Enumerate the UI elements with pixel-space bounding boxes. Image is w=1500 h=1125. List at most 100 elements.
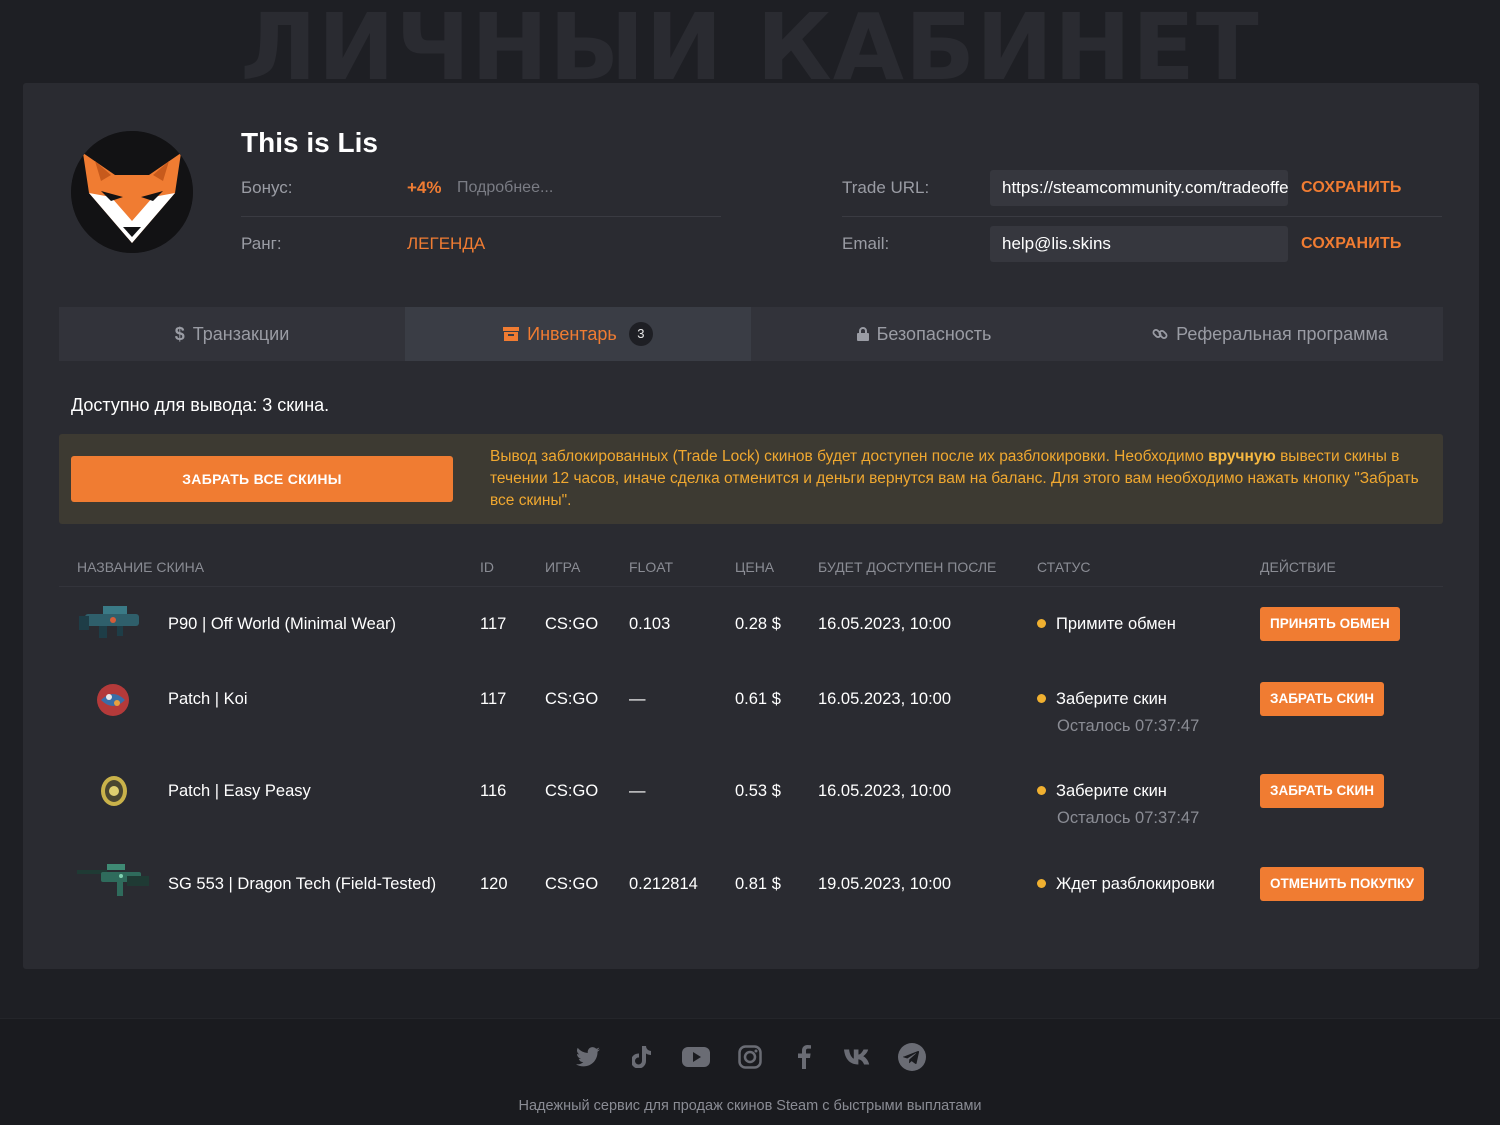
skin-id: 120 — [480, 875, 508, 893]
email-label: Email: — [842, 234, 890, 253]
skin-game: CS:GO — [545, 690, 599, 708]
collect-skin-button[interactable]: ЗАБРАТЬ СКИН — [1260, 774, 1384, 808]
lock-icon — [856, 327, 869, 341]
social-links — [0, 1043, 1500, 1071]
sg553-icon — [77, 864, 149, 896]
youtube-icon[interactable] — [682, 1043, 710, 1071]
skin-available-date: 16.05.2023, 10:00 — [818, 690, 952, 708]
table-header: НАЗВАНИЕ СКИНА ID ИГРА FLOAT ЦЕНА БУДЕТ … — [59, 553, 1443, 587]
status-timer: Осталось 07:37:47 — [1057, 809, 1200, 827]
table-row: P90 | Off World (Minimal Wear) 117 CS:GO… — [59, 605, 1443, 645]
username: This is Lis — [241, 127, 378, 158]
save-email-button[interactable]: СОХРАНИТЬ — [1301, 235, 1402, 253]
skin-id: 117 — [480, 690, 507, 708]
skin-status: Заберите скин Осталось 07:37:47 — [1037, 782, 1199, 828]
tab-bar: $ Транзакции Инвентарь 3 Безопасность Ре… — [59, 307, 1443, 361]
trade-url-label: Trade URL: — [842, 178, 930, 197]
notice-text: Вывод заблокированных (Trade Lock) скино… — [490, 448, 1419, 509]
column-header: НАЗВАНИЕ СКИНА — [77, 559, 205, 575]
notice-box: ЗАБРАТЬ ВСЕ СКИНЫ Вывод заблокированных … — [59, 434, 1443, 524]
skin-status: Ждет разблокировки — [1037, 875, 1215, 894]
status-dot — [1037, 694, 1046, 704]
skin-name: P90 | Off World (Minimal Wear) — [168, 615, 397, 633]
tab-transactions[interactable]: $ Транзакции — [59, 307, 405, 361]
bonus-more-link[interactable]: Подробнее... — [457, 179, 553, 197]
save-trade-url-button[interactable]: СОХРАНИТЬ — [1301, 179, 1402, 197]
footer-tagline: Надежный сервис для продаж скинов Steam … — [518, 1098, 982, 1114]
divider — [842, 216, 1442, 217]
page-heading: ЛИЧНЫЙ КАБИНЕТ — [240, 8, 1260, 92]
skin-price: 0.81 $ — [735, 875, 781, 893]
skin-id: 117 — [480, 615, 507, 633]
accept-trade-button[interactable]: ПРИНЯТЬ ОБМЕН — [1260, 607, 1400, 641]
dollar-icon: $ — [174, 323, 185, 344]
trade-url-input[interactable]: https://steamcommunity.com/tradeoffer/ne… — [990, 170, 1288, 206]
skin-game: CS:GO — [545, 875, 599, 893]
skin-available-date: 16.05.2023, 10:00 — [818, 782, 952, 800]
rank-label: Ранг: — [241, 234, 282, 253]
link-icon — [1152, 329, 1168, 339]
table-row: SG 553 | Dragon Tech (Field-Tested) 120 … — [59, 864, 1443, 905]
skin-status: Примите обмен — [1037, 615, 1176, 634]
tab-label: Транзакции — [192, 323, 290, 344]
status-timer: Осталось 07:37:47 — [1057, 717, 1200, 735]
column-header: БУДЕТ ДОСТУПЕН ПОСЛЕ — [818, 559, 997, 575]
rank-value: ЛЕГЕНДА — [407, 234, 486, 253]
cancel-purchase-button[interactable]: ОТМЕНИТЬ ПОКУПКУ — [1260, 867, 1425, 901]
column-header: ДЕЙСТВИЕ — [1260, 559, 1336, 575]
skin-price: 0.61 $ — [735, 690, 781, 708]
column-header: ЦЕНА — [735, 559, 775, 575]
table-row: Patch | Koi 117 CS:GO — 0.61 $ 16.05.202… — [59, 680, 1443, 740]
email-input[interactable]: help@lis.skins — [990, 226, 1288, 262]
patch-koi-icon — [97, 684, 129, 716]
skin-price: 0.53 $ — [735, 782, 781, 800]
column-header: СТАТУС — [1037, 559, 1091, 575]
tab-security[interactable]: Безопасность — [751, 307, 1097, 361]
twitter-icon[interactable] — [574, 1043, 602, 1071]
skin-float: — — [629, 782, 646, 800]
column-header: ID — [480, 559, 494, 575]
available-text: Доступно для вывода: 3 скина. — [71, 395, 330, 415]
vk-icon[interactable] — [844, 1043, 872, 1071]
tab-label: Реферальная программа — [1176, 323, 1388, 344]
skin-id: 116 — [480, 782, 507, 800]
skin-name: Patch | Koi — [168, 690, 248, 708]
column-header: ИГРА — [545, 559, 581, 575]
skin-name: Patch | Easy Peasy — [168, 782, 311, 800]
tab-referral[interactable]: Реферальная программа — [1097, 307, 1443, 361]
status-dot — [1037, 786, 1046, 796]
skin-available-date: 16.05.2023, 10:00 — [818, 615, 952, 633]
collect-all-button[interactable]: ЗАБРАТЬ ВСЕ СКИНЫ — [71, 456, 453, 502]
profile-panel: This is Lis Бонус: +4% Подробнее... Ранг… — [23, 83, 1479, 969]
footer: Надежный сервис для продаж скинов Steam … — [0, 1018, 1500, 1125]
telegram-icon[interactable] — [898, 1043, 926, 1071]
tab-label: Инвентарь — [527, 323, 617, 344]
patch-easy-peasy-icon — [101, 776, 127, 806]
skin-game: CS:GO — [545, 615, 599, 633]
skin-name: SG 553 | Dragon Tech (Field-Tested) — [168, 875, 437, 893]
skin-float: — — [629, 690, 646, 708]
fox-logo-icon — [71, 131, 193, 253]
box-icon — [503, 327, 520, 341]
facebook-icon[interactable] — [790, 1043, 818, 1071]
tab-label: Безопасность — [876, 323, 992, 344]
status-dot — [1037, 879, 1046, 889]
tab-inventory[interactable]: Инвентарь 3 — [405, 307, 751, 361]
instagram-icon[interactable] — [736, 1043, 764, 1071]
skin-float: 0.103 — [629, 615, 671, 633]
tiktok-icon[interactable] — [628, 1043, 656, 1071]
divider — [241, 216, 721, 217]
avatar — [71, 131, 193, 253]
skin-available-date: 19.05.2023, 10:00 — [818, 875, 952, 893]
skin-game: CS:GO — [545, 782, 599, 800]
skin-float: 0.212814 — [629, 875, 698, 893]
skin-price: 0.28 $ — [735, 615, 781, 633]
status-dot — [1037, 619, 1046, 629]
column-header: FLOAT — [629, 559, 674, 575]
collect-skin-button[interactable]: ЗАБРАТЬ СКИН — [1260, 682, 1384, 716]
skin-status: Заберите скин Осталось 07:37:47 — [1037, 690, 1199, 736]
bonus-value: +4% — [407, 178, 442, 197]
inventory-count-badge: 3 — [628, 322, 653, 346]
table-row: Patch | Easy Peasy 116 CS:GO — 0.53 $ 16… — [59, 772, 1443, 832]
bonus-label: Бонус: — [241, 178, 293, 197]
